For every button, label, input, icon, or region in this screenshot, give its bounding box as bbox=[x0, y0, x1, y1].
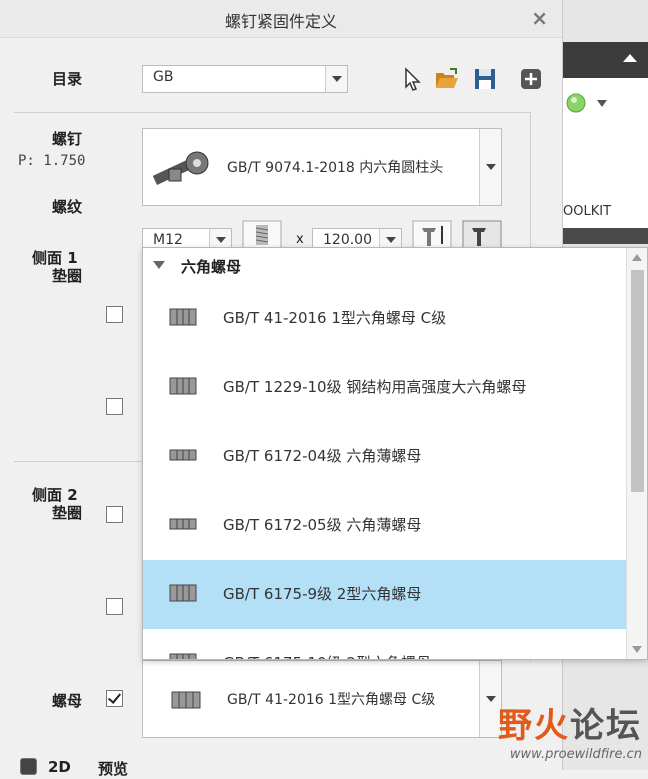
screw-label: 螺钉 bbox=[52, 130, 83, 148]
scroll-up-icon[interactable] bbox=[632, 254, 642, 261]
thread-size-value: M12 bbox=[153, 232, 183, 248]
collapse-bar[interactable] bbox=[563, 42, 648, 78]
title-bar: 螺钉紧固件定义 × bbox=[0, 0, 562, 38]
dialog-title: 螺钉紧固件定义 bbox=[224, 12, 337, 31]
pointer-icon[interactable] bbox=[400, 66, 426, 92]
dropdown-item[interactable]: GB/T 6172-04级 六角薄螺母 bbox=[143, 422, 627, 491]
hex-nut-icon bbox=[169, 584, 197, 602]
thread-length-value: 120.00 bbox=[323, 232, 372, 248]
hex-nut-icon bbox=[171, 691, 201, 709]
hex-nut-icon bbox=[169, 377, 197, 395]
side1-washer2-checkbox[interactable] bbox=[106, 398, 123, 415]
dropdown-item-label: GB/T 6175-9级 2型六角螺母 bbox=[223, 585, 422, 603]
side2-washer-label: 垫圈 bbox=[52, 504, 83, 522]
scroll-down-icon[interactable] bbox=[632, 646, 642, 653]
thread-pattern-icon[interactable] bbox=[242, 220, 282, 250]
dropdown-item-label: GB/T 6172-05级 六角薄螺母 bbox=[223, 516, 422, 534]
nut-checkbox[interactable] bbox=[106, 690, 123, 707]
hex-nut-icon bbox=[169, 653, 197, 659]
dropdown-item-label: GB/T 1229-10级 钢结构用高强度大六角螺母 bbox=[223, 378, 527, 396]
chevron-down-icon[interactable] bbox=[597, 100, 607, 107]
pitch-readout: P: 1.750 bbox=[18, 153, 86, 169]
dropdown-item[interactable]: GB/T 41-2016 1型六角螺母 C级 bbox=[143, 284, 627, 353]
save-icon[interactable] bbox=[472, 66, 498, 92]
dropdown-scrollbar[interactable] bbox=[626, 248, 647, 659]
thin-nut-icon bbox=[169, 518, 197, 530]
nut-value: GB/T 41-2016 1型六角螺母 C级 bbox=[227, 692, 436, 708]
nut-dropdown[interactable]: 六角螺母 GB/T 41-2016 1型六角螺母 C级 GB/T 1229-10… bbox=[142, 247, 648, 660]
group-header[interactable]: 六角螺母 bbox=[143, 248, 627, 284]
dark-strip bbox=[563, 228, 648, 244]
open-folder-icon[interactable] bbox=[434, 66, 460, 92]
times-label: x bbox=[296, 232, 304, 247]
nut-select[interactable]: GB/T 41-2016 1型六角螺母 C级 bbox=[142, 660, 502, 738]
preview-2d-label: 2D bbox=[48, 758, 71, 776]
thin-nut-icon bbox=[169, 449, 197, 461]
dropdown-item-label: GB/T 6175-10级 2型六角螺母 bbox=[223, 652, 431, 659]
screw-auto-length-icon[interactable] bbox=[462, 220, 502, 250]
group-label: 六角螺母 bbox=[181, 258, 242, 276]
side1-washer-label: 垫圈 bbox=[52, 267, 83, 285]
side2-washer1-checkbox[interactable] bbox=[106, 506, 123, 523]
watermark: 野火论坛 www.proewildfire.cn bbox=[498, 698, 642, 762]
chevron-up-icon[interactable] bbox=[623, 54, 637, 62]
watermark-url: www.proewildfire.cn bbox=[509, 747, 642, 762]
dropdown-item[interactable]: GB/T 6175-10级 2型六角螺母 bbox=[143, 629, 627, 659]
nut-label: 螺母 bbox=[52, 692, 83, 710]
side1-washer1-checkbox[interactable] bbox=[106, 306, 123, 323]
chevron-down-icon[interactable] bbox=[479, 129, 501, 205]
screw-thumbnail-icon bbox=[152, 151, 209, 185]
catalog-label: 目录 bbox=[52, 70, 83, 88]
close-icon[interactable]: × bbox=[531, 6, 548, 30]
screw-value: GB/T 9074.1-2018 内六角圆柱头 bbox=[227, 160, 444, 176]
add-icon[interactable] bbox=[518, 66, 544, 92]
dropdown-item-selected[interactable]: GB/T 6175-9级 2型六角螺母 bbox=[143, 560, 627, 629]
preview-label: 预览 bbox=[98, 760, 129, 778]
catalog-select[interactable]: GB bbox=[142, 65, 348, 93]
preview-toggle[interactable] bbox=[20, 758, 37, 775]
collapse-triangle-icon[interactable] bbox=[153, 261, 165, 269]
hex-nut-icon bbox=[169, 308, 197, 326]
toolkit-tab[interactable]: OOLKIT bbox=[563, 204, 611, 219]
divider bbox=[14, 461, 142, 462]
thread-label: 螺纹 bbox=[52, 198, 83, 216]
scroll-thumb[interactable] bbox=[631, 270, 644, 492]
side2-washer2-checkbox[interactable] bbox=[106, 598, 123, 615]
status-light-icon bbox=[566, 93, 586, 113]
watermark-logo: 野火论坛 bbox=[498, 706, 642, 746]
screw-length-icon[interactable] bbox=[412, 220, 452, 250]
dropdown-item-label: GB/T 41-2016 1型六角螺母 C级 bbox=[223, 309, 447, 327]
divider bbox=[14, 112, 530, 113]
chevron-down-icon[interactable] bbox=[325, 66, 347, 92]
dropdown-item[interactable]: GB/T 6172-05级 六角薄螺母 bbox=[143, 491, 627, 560]
dropdown-item-label: GB/T 6172-04级 六角薄螺母 bbox=[223, 447, 422, 465]
catalog-value: GB bbox=[153, 69, 174, 85]
dropdown-item[interactable]: GB/T 1229-10级 钢结构用高强度大六角螺母 bbox=[143, 353, 627, 422]
screw-select[interactable]: GB/T 9074.1-2018 内六角圆柱头 bbox=[142, 128, 502, 206]
